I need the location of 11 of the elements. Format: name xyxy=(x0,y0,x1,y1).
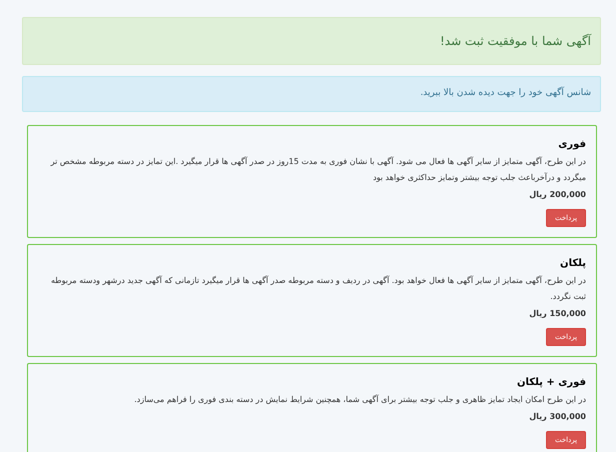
plan-title: پلکان xyxy=(560,257,586,271)
plan-price: 300,000 ریال xyxy=(529,411,586,423)
alert-text: آگهی شما با موفقیت ثبت شد! xyxy=(440,32,591,50)
plan-price: 150,000 ریال xyxy=(529,308,586,320)
plan-description: در این طرح، آگهی متمایز از سایر آگهی ها فعال می شود. آگهی با نشان فوری به مدت 15روز در صدر آگهی ها قرار میگیرد .این تمایز در دسته مربوطه مشخص تر میگردد و درآخرباعث جلب توجه بیشتر وتمایز حداکثری خواهد بود xyxy=(49,156,586,184)
alert-text: شانس آگهی خود را جهت دیده شدن بالا ببرید. xyxy=(420,87,591,100)
plan-description: در این طرح، آگهی متمایز از سایر آگهی ها فعال خواهد بود. آگهی در ردیف و دسته مربوطه صدر آگهی ها قرار میگیرد تازمانی که آگهی جدید درشهر ودسته مربوطه ثبت نگردد. xyxy=(50,274,586,303)
plan-title: فوری xyxy=(558,138,586,152)
plan-description: در این طرح امکان ایجاد تمایز ظاهری و جلب توجه بیشتر برای آگهی شما، همچنین شرایط نمایش در دسته بندی فوری را فراهم می‌سازد. xyxy=(134,394,586,406)
plan-price: 200,000 ریال xyxy=(529,189,586,201)
plan-title: فوری + پلکان xyxy=(516,376,586,390)
